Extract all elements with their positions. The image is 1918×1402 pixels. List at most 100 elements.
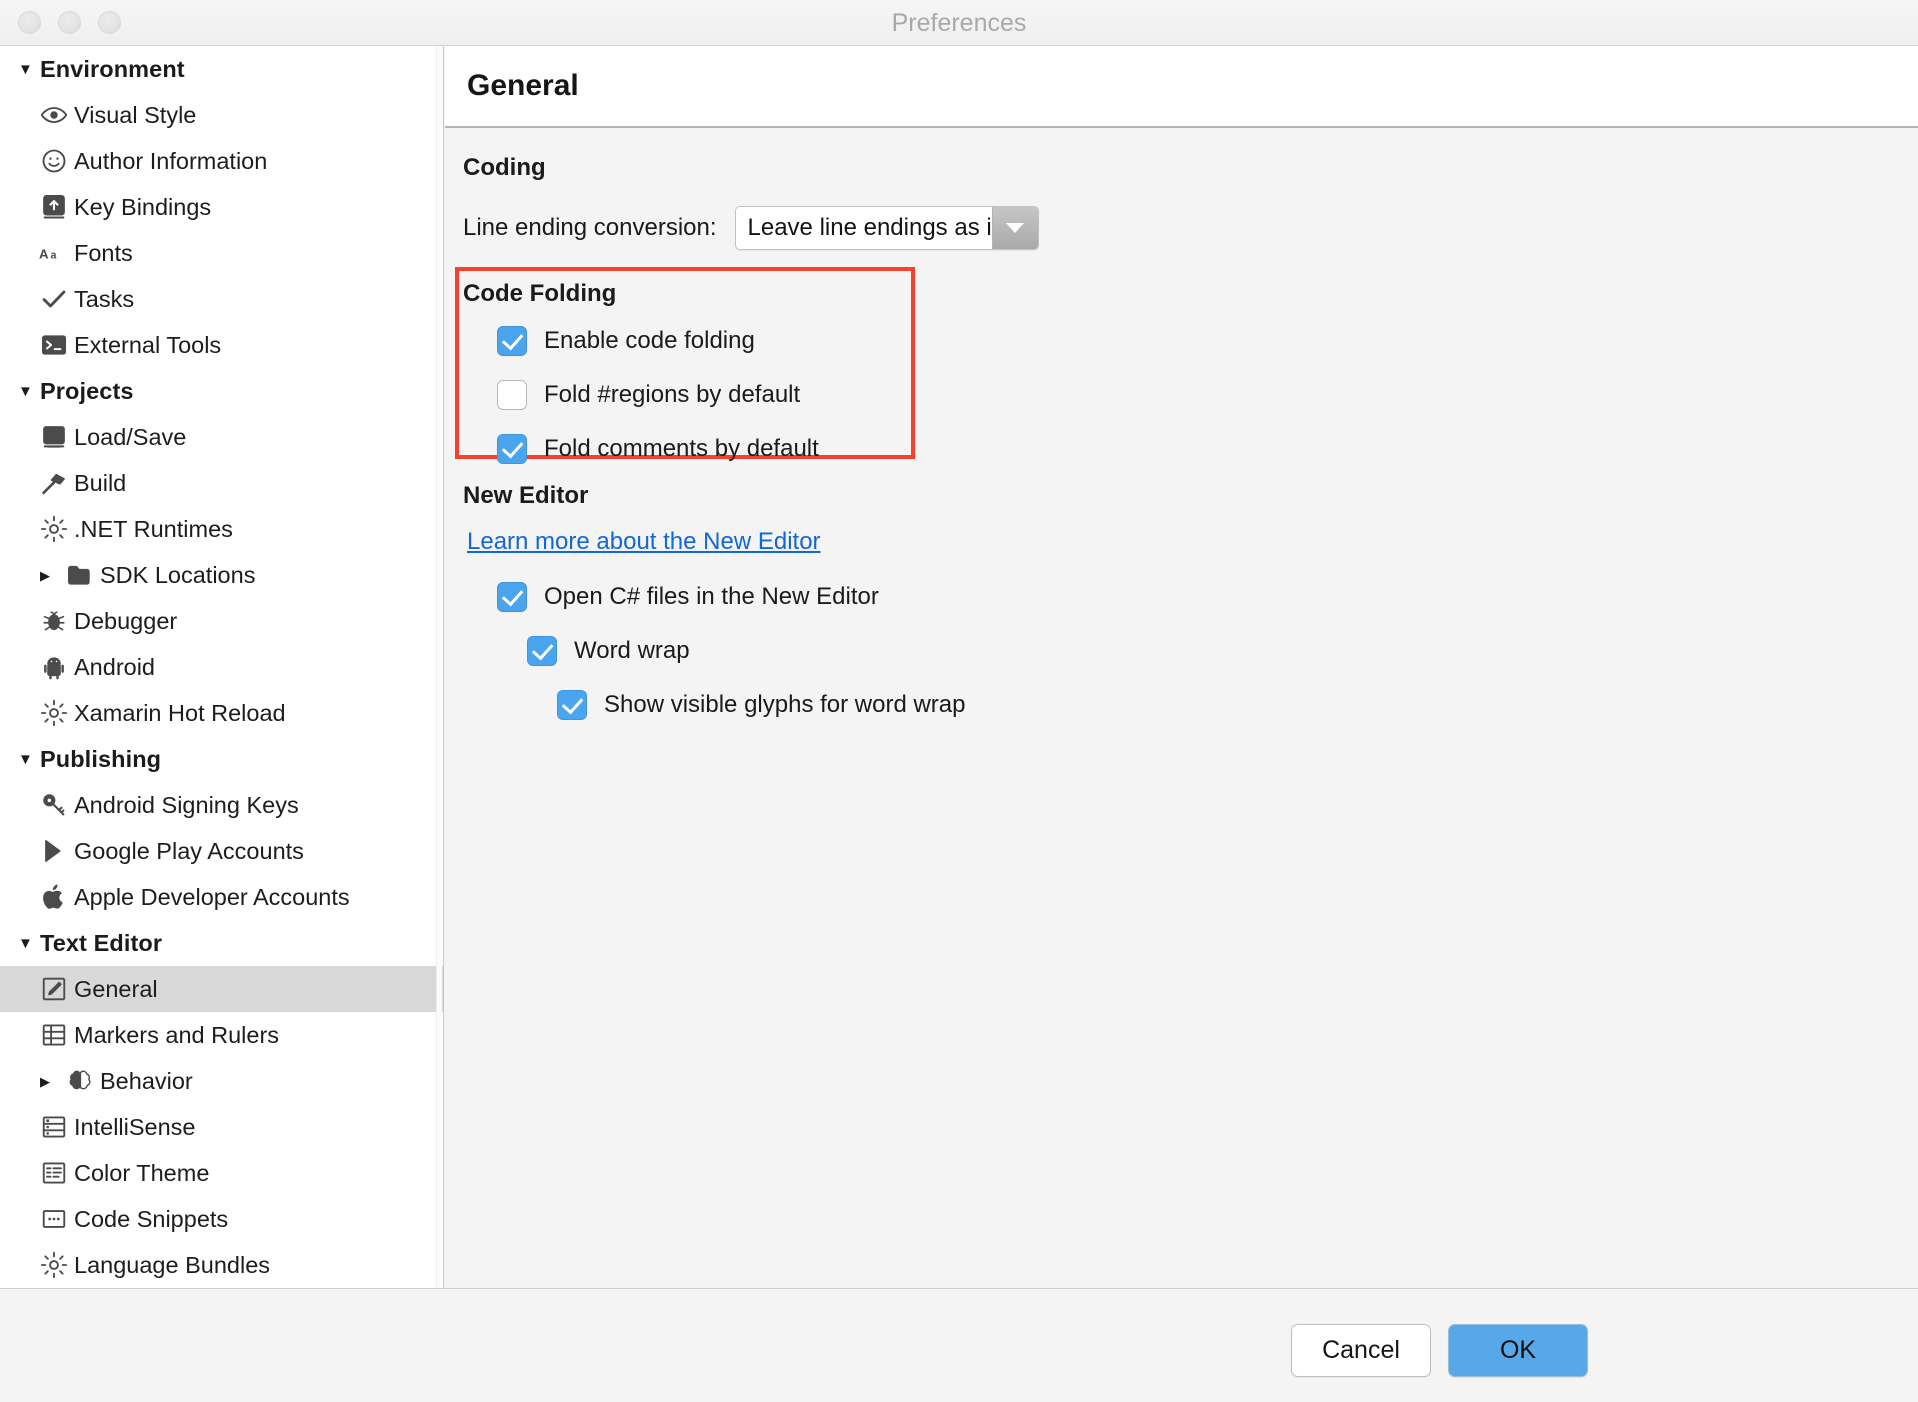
preferences-window: Preferences ▼ Environment Visual Style Auth…: [0, 0, 1918, 1402]
sidebar-item-xamarin-hot-reload[interactable]: Xamarin Hot Reload: [0, 690, 443, 736]
checkbox-enable-code-folding[interactable]: [497, 326, 527, 356]
sidebar-list: ▼ Environment Visual Style Author Informati…: [0, 46, 443, 1288]
checkbox-fold-regions-by-default[interactable]: [497, 380, 527, 410]
sidebar-item-android-signing-keys[interactable]: Android Signing Keys: [0, 782, 443, 828]
line-ending-conversion-row: Line ending conversion: Leave line endin…: [463, 206, 1039, 250]
sidebar-item-fonts[interactable]: Aa Fonts: [0, 230, 443, 276]
line-ending-dropdown[interactable]: Leave line endings as is: [734, 206, 1039, 250]
sidebar-item-android[interactable]: Android: [0, 644, 443, 690]
checkbox-row-enable-code-folding[interactable]: Enable code folding: [497, 326, 755, 356]
sidebar-item-label: External Tools: [74, 331, 222, 358]
terminal-icon: [34, 331, 74, 359]
sidebar-item-label: Android: [74, 653, 155, 680]
main-body: Coding Line ending conversion: Leave lin…: [445, 130, 1918, 1288]
book-icon: [34, 423, 74, 451]
sidebar-item-code-snippets[interactable]: Code Snippets: [0, 1196, 443, 1242]
rulers-icon: [34, 1021, 74, 1049]
ok-button[interactable]: OK: [1448, 1324, 1588, 1377]
keyboard-shortcut-icon: [34, 193, 74, 221]
checkbox-row-open-csharp-new-editor[interactable]: Open C# files in the New Editor: [497, 582, 879, 612]
window-title: Preferences: [891, 9, 1027, 37]
checkbox-label-fold-comments: Fold comments by default: [544, 435, 819, 462]
sidebar-item-label: IntelliSense: [74, 1113, 196, 1140]
sidebar-item-label: Google Play Accounts: [74, 837, 304, 864]
checkbox-label-show-visible-glyphs: Show visible glyphs for word wrap: [604, 691, 966, 718]
checkbox-label-word-wrap: Word wrap: [574, 637, 690, 664]
sidebar-item-net-runtimes[interactable]: .NET Runtimes: [0, 506, 443, 552]
sidebar-item-sdk-locations[interactable]: ▶ SDK Locations: [0, 552, 443, 598]
sidebar-item-debugger[interactable]: Debugger: [0, 598, 443, 644]
pencil-edit-icon: [34, 975, 74, 1003]
sidebar-item-label: Behavior: [100, 1067, 193, 1094]
checkbox-open-csharp-files-new-editor[interactable]: [497, 582, 527, 612]
sidebar-group-label: Text Editor: [40, 929, 163, 956]
sidebar-group-text-editor[interactable]: ▼ Text Editor: [0, 920, 443, 966]
sidebar-item-build[interactable]: Build: [0, 460, 443, 506]
cancel-button[interactable]: Cancel: [1291, 1324, 1431, 1377]
folder-icon: [60, 561, 100, 589]
dialog-footer: Cancel OK: [0, 1288, 1918, 1402]
sidebar-group-publishing[interactable]: ▼ Publishing: [0, 736, 443, 782]
coding-section-title: Coding: [463, 154, 546, 181]
line-ending-label: Line ending conversion:: [463, 214, 717, 241]
chevron-down-icon[interactable]: [991, 207, 1038, 249]
page-title: General: [467, 69, 579, 102]
checkbox-fold-comments-by-default[interactable]: [497, 434, 527, 464]
sidebar-item-label: Build: [74, 469, 127, 496]
gear-icon: [34, 515, 74, 543]
sidebar-item-color-theme[interactable]: Color Theme: [0, 1150, 443, 1196]
gear-icon: [34, 1251, 74, 1279]
sidebar-item-key-bindings[interactable]: Key Bindings: [0, 184, 443, 230]
sidebar-item-load-save[interactable]: Load/Save: [0, 414, 443, 460]
checkbox-label-open-csharp-files: Open C# files in the New Editor: [544, 583, 879, 610]
sidebar-group-label: Projects: [40, 377, 134, 404]
caret-right-icon[interactable]: ▶: [40, 569, 50, 582]
caret-down-icon[interactable]: ▼: [18, 384, 40, 399]
sidebar-item-visual-style[interactable]: Visual Style: [0, 92, 443, 138]
caret-down-icon[interactable]: ▼: [18, 936, 40, 951]
checkmark-icon: [34, 285, 74, 313]
sidebar-item-external-tools[interactable]: External Tools: [0, 322, 443, 368]
sidebar-item-label: Language Bundles: [74, 1251, 271, 1278]
sidebar-item-language-bundles[interactable]: Language Bundles: [0, 1242, 443, 1288]
google-play-icon: [34, 837, 74, 865]
checkbox-word-wrap[interactable]: [527, 636, 557, 666]
font-aa-icon: Aa: [34, 241, 74, 265]
caret-down-icon[interactable]: ▼: [18, 752, 40, 767]
intellisense-list-icon: [34, 1113, 74, 1141]
checkbox-show-visible-glyphs-word-wrap[interactable]: [557, 690, 587, 720]
sidebar-item-google-play-accounts[interactable]: Google Play Accounts: [0, 828, 443, 874]
sidebar-group-projects[interactable]: ▼ Projects: [0, 368, 443, 414]
gear-icon: [34, 699, 74, 727]
sidebar-item-markers-and-rulers[interactable]: Markers and Rulers: [0, 1012, 443, 1058]
android-icon: [34, 653, 74, 681]
sidebar-item-label: Author Information: [74, 147, 268, 174]
checkbox-label-enable-code-folding: Enable code folding: [544, 327, 755, 354]
sidebar-item-tasks[interactable]: Tasks: [0, 276, 443, 322]
sidebar-item-behavior[interactable]: ▶ Behavior: [0, 1058, 443, 1104]
sidebar-item-author-information[interactable]: Author Information: [0, 138, 443, 184]
svg-text:a: a: [50, 249, 56, 261]
sidebar-scrollbar[interactable]: [436, 46, 442, 1288]
hammer-icon: [34, 469, 74, 497]
eye-icon: [34, 101, 74, 129]
checkbox-row-fold-regions[interactable]: Fold #regions by default: [497, 380, 800, 410]
sidebar-group-environment[interactable]: ▼ Environment: [0, 46, 443, 92]
apple-icon: [34, 883, 74, 911]
checkbox-row-fold-comments[interactable]: Fold comments by default: [497, 434, 819, 464]
color-theme-icon: [34, 1159, 74, 1187]
caret-right-icon[interactable]: ▶: [40, 1075, 50, 1088]
sidebar-item-intellisense[interactable]: IntelliSense: [0, 1104, 443, 1150]
checkbox-row-word-wrap[interactable]: Word wrap: [527, 636, 690, 666]
checkbox-row-show-visible-glyphs[interactable]: Show visible glyphs for word wrap: [557, 690, 966, 720]
learn-more-new-editor-link[interactable]: Learn more about the New Editor: [467, 528, 821, 556]
sidebar-item-apple-developer-accounts[interactable]: Apple Developer Accounts: [0, 874, 443, 920]
sidebar-item-general[interactable]: General: [0, 966, 443, 1012]
sidebar-item-label: Fonts: [74, 239, 133, 266]
line-ending-dropdown-value: Leave line endings as is: [747, 214, 992, 241]
new-editor-section-title: New Editor: [463, 482, 589, 509]
sidebar-item-label: Tasks: [74, 285, 135, 312]
caret-down-icon[interactable]: ▼: [18, 62, 40, 77]
sidebar-item-label: SDK Locations: [100, 561, 256, 588]
preferences-sidebar[interactable]: ▼ Environment Visual Style Author Informati…: [0, 46, 444, 1288]
